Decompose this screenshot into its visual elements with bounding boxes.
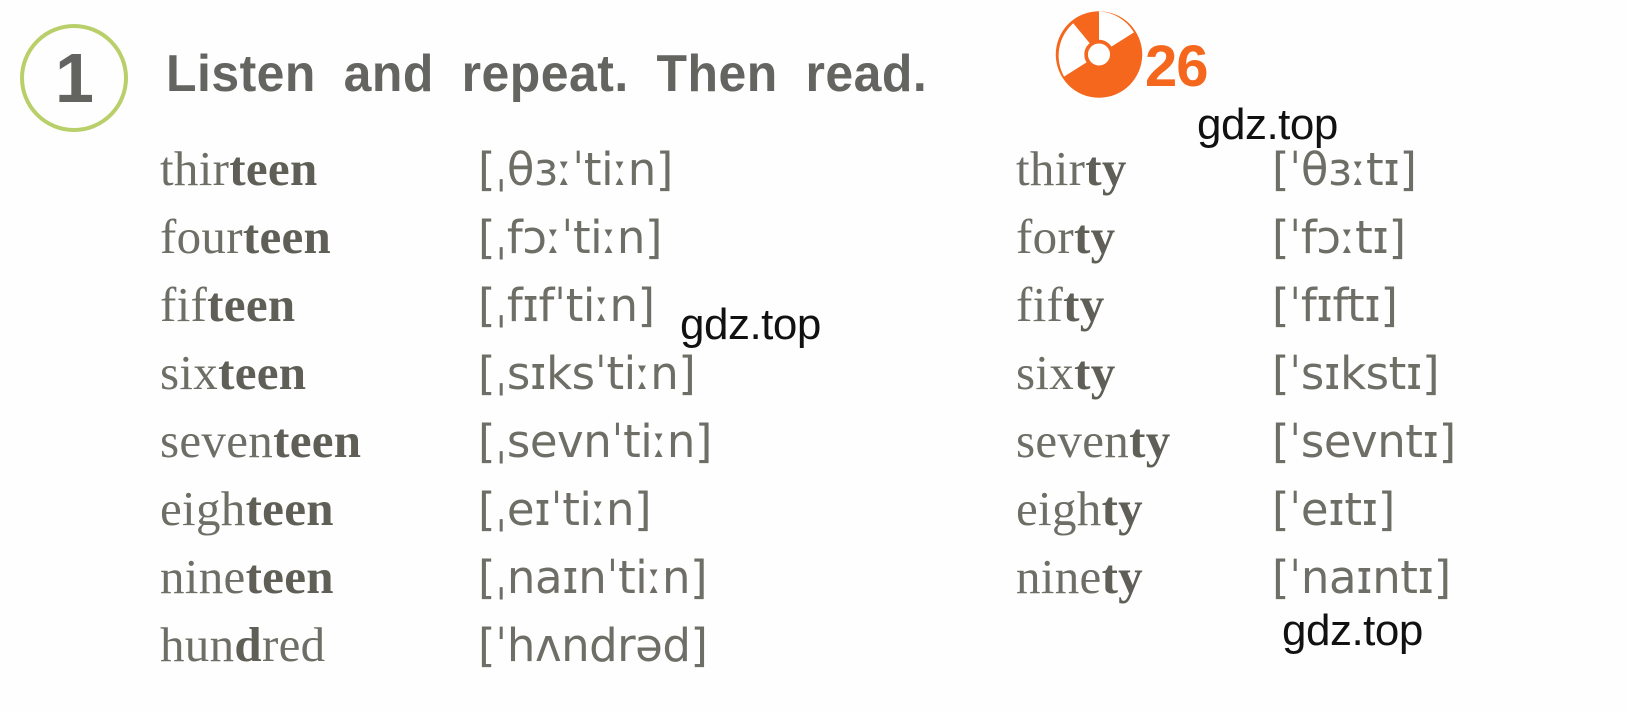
word-label: fifteen: [160, 277, 296, 332]
watermark: gdz.top: [1197, 100, 1338, 149]
word-label: sixty: [1016, 345, 1116, 400]
word-row: fifteen [ˌfɪfˈtiːn]: [160, 276, 712, 344]
ipa-transcription: [ˌsevnˈtiːn]: [478, 415, 712, 468]
ipa-transcription: [ˈθɜːtɪ]: [1272, 143, 1417, 196]
ipa-transcription: [ˈnaɪntɪ]: [1272, 551, 1451, 604]
ipa-transcription: [ˌnaɪnˈtiːn]: [478, 551, 708, 604]
word-row: fourteen [ˌfɔːˈtiːn]: [160, 208, 712, 276]
watermark: gdz.top: [1282, 606, 1423, 655]
word-label: fourteen: [160, 209, 332, 264]
word-label: thirteen: [160, 141, 318, 196]
word-row: nineteen [ˌnaɪnˈtiːn]: [160, 548, 712, 616]
word-column-tens: thirty [ˈθɜːtɪ] forty [ˈfɔːtɪ] fifty [ˈf…: [1016, 140, 1456, 616]
word-row: seventy [ˈsevntɪ]: [1016, 412, 1456, 480]
word-row: hundred [ˈhʌndrəd]: [160, 616, 712, 684]
word-row: fifty [ˈfɪftɪ]: [1016, 276, 1456, 344]
word-label: sixteen: [160, 345, 307, 400]
watermark: gdz.top: [680, 300, 821, 349]
ipa-transcription: [ˌθɜːˈtiːn]: [478, 143, 673, 196]
exercise-number-badge: 1: [20, 24, 128, 132]
audio-track-number: 26: [1145, 34, 1209, 99]
ipa-transcription: [ˈfɔːtɪ]: [1272, 211, 1406, 264]
word-row: eighty [ˈeɪtɪ]: [1016, 480, 1456, 548]
word-label: eighty: [1016, 481, 1143, 536]
ipa-transcription: [ˌeɪˈtiːn]: [478, 483, 652, 536]
word-label: hundred: [160, 617, 326, 672]
word-column-teens: thirteen [ˌθɜːˈtiːn] fourteen [ˌfɔːˈtiːn…: [160, 140, 712, 684]
ipa-transcription: [ˈsɪkstɪ]: [1272, 347, 1440, 400]
word-row: sixty [ˈsɪkstɪ]: [1016, 344, 1456, 412]
exercise-number: 1: [55, 39, 94, 117]
ipa-transcription: [ˈsevntɪ]: [1272, 415, 1456, 468]
ipa-transcription: [ˈfɪftɪ]: [1272, 279, 1398, 332]
word-label: seventeen: [160, 413, 362, 468]
word-label: eighteen: [160, 481, 334, 536]
word-row: sixteen [ˌsɪksˈtiːn]: [160, 344, 712, 412]
word-label: nineteen: [160, 549, 334, 604]
word-row: forty [ˈfɔːtɪ]: [1016, 208, 1456, 276]
word-row: thirteen [ˌθɜːˈtiːn]: [160, 140, 712, 208]
ipa-transcription: [ˌfɔːˈtiːn]: [478, 211, 662, 264]
instruction-text: Listen and repeat. Then read.: [166, 45, 928, 103]
word-label: fifty: [1016, 277, 1105, 332]
ipa-transcription: [ˌsɪksˈtiːn]: [478, 347, 696, 400]
cd-disc-icon[interactable]: [1053, 7, 1145, 102]
ipa-transcription: [ˈhʌndrəd]: [478, 619, 708, 672]
worksheet-page: 1 Listen and repeat. Then read. 26 thirt…: [0, 0, 1627, 713]
word-row: seventeen [ˌsevnˈtiːn]: [160, 412, 712, 480]
word-row: eighteen [ˌeɪˈtiːn]: [160, 480, 712, 548]
word-row: thirty [ˈθɜːtɪ]: [1016, 140, 1456, 208]
word-label: seventy: [1016, 413, 1171, 468]
word-label: ninety: [1016, 549, 1143, 604]
ipa-transcription: [ˈeɪtɪ]: [1272, 483, 1395, 536]
word-label: forty: [1016, 209, 1116, 264]
ipa-transcription: [ˌfɪfˈtiːn]: [478, 279, 655, 332]
